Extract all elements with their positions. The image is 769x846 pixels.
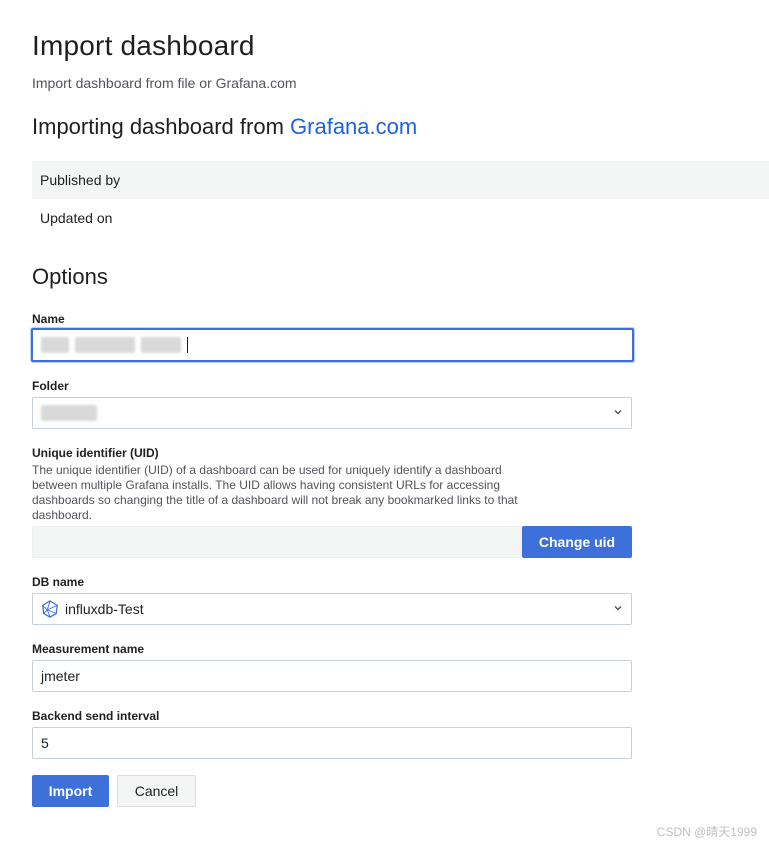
db-name-value: influxdb-Test [65,601,144,617]
change-uid-button[interactable]: Change uid [522,526,632,558]
page-subtitle: Import dashboard from file or Grafana.co… [32,75,297,91]
import-button[interactable]: Import [32,775,109,807]
chevron-down-icon [613,602,623,616]
updated-on-label: Updated on [40,210,113,226]
db-name-select[interactable]: influxdb-Test [32,593,632,625]
grafana-com-link[interactable]: Grafana.com [290,114,417,139]
importing-heading: Importing dashboard from Grafana.com [32,114,417,140]
importing-prefix: Importing dashboard from [32,114,291,139]
options-heading: Options [32,264,108,289]
uid-label: Unique identifier (UID) [32,446,159,460]
folder-value-redacted [41,405,97,421]
published-by-label: Published by [40,172,121,188]
measurement-value: jmeter [41,668,80,684]
watermark: CSDN @晴天1999 [656,825,757,839]
influxdb-icon [42,600,58,618]
cancel-button[interactable]: Cancel [117,775,196,807]
interval-label: Backend send interval [32,709,160,723]
interval-value: 5 [41,735,49,751]
updated-on-row: Updated on [32,199,769,237]
interval-input[interactable]: 5 [32,727,632,759]
uid-input [32,526,522,558]
name-input[interactable] [31,328,634,362]
page-title: Import dashboard [32,30,255,61]
folder-select[interactable] [32,397,632,429]
name-value-redacted [41,337,188,353]
chevron-down-icon [613,406,623,420]
name-label: Name [32,312,65,326]
published-by-row: Published by [32,161,769,199]
db-name-label: DB name [32,575,85,589]
folder-label: Folder [32,379,69,393]
measurement-label: Measurement name [32,642,145,656]
measurement-input[interactable]: jmeter [32,660,632,692]
uid-description: The unique identifier (UID) of a dashboa… [32,463,518,522]
